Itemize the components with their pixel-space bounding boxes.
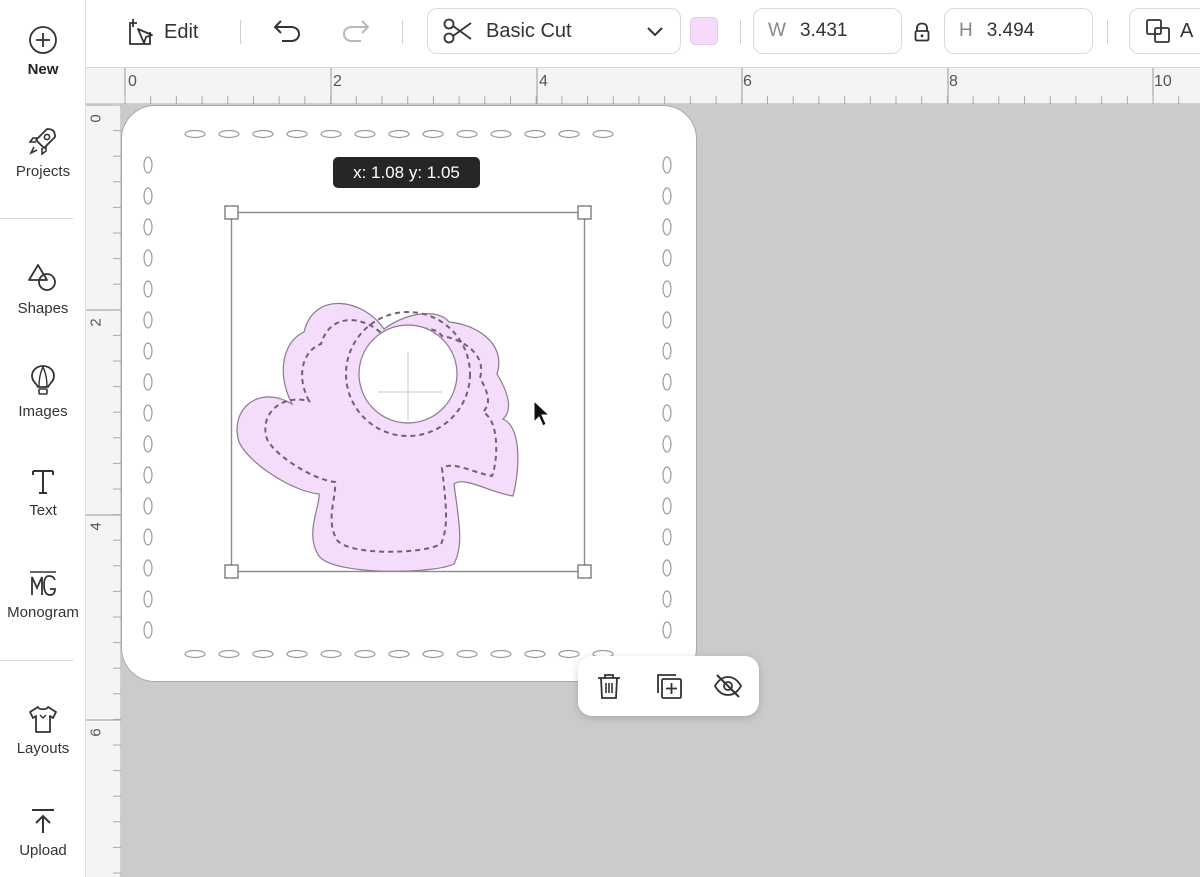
top-toolbar: Edit Basic Cut W 3.431 H 3.494 A	[86, 0, 1200, 68]
hide-icon	[713, 674, 743, 698]
ruler-label: 4	[87, 522, 105, 531]
width-field[interactable]: W 3.431	[753, 8, 902, 54]
ruler-label: 4	[539, 73, 548, 90]
sidebar-item-new[interactable]: New	[0, 25, 86, 78]
lock-ratio-button[interactable]	[913, 22, 931, 42]
hide-button[interactable]	[712, 670, 744, 702]
chevron-down-icon	[647, 27, 663, 37]
monogram-icon	[30, 571, 56, 596]
ruler-label: 0	[87, 114, 105, 123]
edit-label: Edit	[164, 20, 199, 43]
selection-action-bar	[578, 656, 759, 716]
ruler-label: 10	[1154, 73, 1172, 90]
height-letter: H	[959, 20, 973, 41]
design-canvas[interactable]	[121, 104, 1200, 877]
sidebar-item-label: Images	[18, 403, 68, 420]
height-field[interactable]: H 3.494	[944, 8, 1093, 54]
arrange-button[interactable]: A	[1129, 8, 1200, 54]
position-tooltip: x: 1.08 y: 1.05	[333, 157, 480, 188]
duplicate-button[interactable]	[653, 670, 685, 702]
width-value: 3.431	[799, 20, 848, 41]
resize-handle-bottom-left[interactable]	[224, 564, 239, 579]
tshirt-icon	[29, 706, 57, 733]
sidebar-item-label: New	[27, 61, 59, 78]
sidebar-item-label: Layouts	[16, 740, 70, 757]
shapes-icon	[28, 264, 56, 291]
sidebar-item-label: Upload	[19, 842, 67, 859]
sidebar-item-shapes[interactable]: Shapes	[0, 262, 86, 317]
arrange-label: A	[1180, 19, 1194, 42]
ruler-label: 2	[87, 318, 105, 327]
sidebar-item-label: Text	[29, 502, 57, 519]
sidebar-divider	[0, 218, 73, 219]
sidebar-item-label: Projects	[15, 163, 71, 180]
text-icon	[32, 470, 54, 494]
delete-icon	[598, 674, 620, 699]
sidebar-item-images[interactable]: Images	[0, 363, 86, 420]
sidebar-item-projects[interactable]: Projects	[0, 125, 86, 180]
toolbar-divider	[240, 20, 241, 44]
width-letter: W	[768, 20, 786, 41]
scissors-icon	[443, 18, 472, 44]
sidebar-item-label: Monogram	[7, 604, 79, 621]
ruler-ticks	[86, 104, 121, 874]
arrange-icon	[1146, 19, 1170, 43]
ruler-label: 6	[87, 728, 105, 737]
operation-dropdown[interactable]: Basic Cut	[427, 8, 681, 54]
sidebar-item-text[interactable]: Text	[0, 466, 86, 519]
redo-icon	[342, 20, 369, 42]
undo-icon	[274, 20, 301, 42]
sidebar-item-layouts[interactable]: Layouts	[0, 704, 86, 757]
toolbar-divider	[740, 20, 741, 44]
sidebar-item-upload[interactable]: Upload	[0, 806, 86, 859]
edit-icon	[129, 19, 153, 45]
resize-handle-top-right[interactable]	[577, 205, 592, 220]
sidebar-item-label: Shapes	[17, 300, 69, 317]
duplicate-icon	[657, 674, 682, 699]
ruler-label: 2	[333, 73, 342, 90]
mouse-cursor-icon	[533, 399, 551, 427]
plus-circle-icon	[29, 26, 57, 54]
ruler-horizontal: 0 2 4 6 8 10	[86, 68, 1200, 104]
ruler-label: 6	[743, 73, 752, 90]
design-layer	[224, 205, 592, 579]
toolbar-divider	[1107, 20, 1108, 44]
ruler-vertical: 0 2 4 6	[86, 104, 121, 877]
resize-handle-bottom-right[interactable]	[577, 564, 592, 579]
lock-icon	[914, 22, 930, 42]
ruler-label: 8	[949, 73, 958, 90]
ruler-ticks	[124, 68, 1180, 104]
upload-icon	[32, 809, 54, 833]
lightbulb-icon	[31, 365, 55, 395]
delete-button[interactable]	[593, 670, 625, 702]
height-value: 3.494	[986, 20, 1035, 41]
left-sidebar: New Projects Shapes Images Text Monogram…	[0, 0, 86, 877]
redo-button[interactable]	[341, 17, 371, 45]
rocket-icon	[28, 128, 56, 156]
toolbar-divider	[402, 20, 403, 44]
edit-button[interactable]: Edit	[126, 16, 198, 48]
operation-value: Basic Cut	[486, 19, 572, 42]
resize-handle-top-left[interactable]	[224, 205, 239, 220]
ruler-label: 0	[128, 73, 137, 90]
color-swatch[interactable]	[690, 17, 718, 45]
sidebar-divider	[0, 660, 73, 661]
undo-button[interactable]	[272, 17, 302, 45]
sidebar-item-monogram[interactable]: Monogram	[0, 568, 86, 621]
